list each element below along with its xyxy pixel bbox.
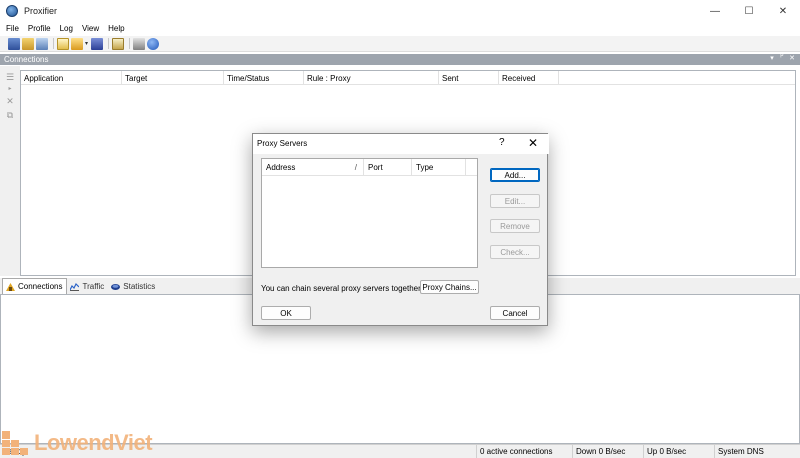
- menu-file[interactable]: File: [6, 24, 19, 33]
- open-profile-icon[interactable]: [71, 37, 83, 50]
- proxy-servers-dialog: Proxy Servers ? ✕ Address / Port Type Ad…: [252, 133, 549, 326]
- title-bar: Proxifier — ☐ ✕: [0, 0, 800, 22]
- proxifier-app-icon: [6, 5, 18, 17]
- list-view-icon[interactable]: ☰: [5, 72, 15, 82]
- panel-close-icon[interactable]: ✕: [787, 54, 797, 65]
- tab-connections-label: Connections: [18, 282, 63, 291]
- tab-traffic[interactable]: Traffic: [67, 279, 108, 294]
- dialog-help-button[interactable]: ?: [499, 137, 505, 148]
- status-active-connections: 0 active connections: [476, 444, 572, 458]
- tab-traffic-label: Traffic: [82, 282, 105, 291]
- lowendviet-watermark: LowendViet: [2, 430, 153, 456]
- menu-view[interactable]: View: [82, 24, 99, 33]
- save-profile-icon[interactable]: [91, 37, 104, 50]
- connection-details-icon[interactable]: ⧉: [5, 110, 15, 120]
- lowendviet-logo-icon: [2, 431, 28, 455]
- sort-indicator-icon: /: [354, 163, 357, 172]
- menu-help[interactable]: Help: [108, 24, 124, 33]
- status-upload-rate: Up 0 B/sec: [643, 444, 714, 458]
- ok-button[interactable]: OK: [261, 306, 311, 320]
- column-header-port[interactable]: Port: [364, 159, 412, 176]
- watermark-text: LowendViet: [34, 430, 153, 455]
- panel-pin-icon[interactable]: ᴾ: [777, 54, 787, 65]
- proxy-server-list[interactable]: Address / Port Type: [261, 158, 478, 268]
- copy-icon[interactable]: [112, 37, 125, 50]
- print-icon[interactable]: [133, 37, 146, 50]
- open-profile-dropdown-icon[interactable]: ▾: [85, 40, 88, 47]
- status-download-rate: Down 0 B/sec: [572, 444, 643, 458]
- main-toolbar: ▾: [0, 36, 800, 52]
- toolbar-separator: [129, 38, 131, 49]
- column-header-time-status[interactable]: Time/Status: [224, 71, 304, 85]
- tab-statistics-label: Statistics: [123, 282, 156, 291]
- expand-arrow-icon[interactable]: ▸: [5, 84, 15, 94]
- column-header-rule-proxy[interactable]: Rule : Proxy: [304, 71, 439, 85]
- panel-menu-icon[interactable]: ▾: [767, 54, 777, 65]
- window-controls: — ☐ ✕: [698, 0, 800, 22]
- tab-connections[interactable]: Connections: [2, 278, 68, 294]
- traffic-icon: [70, 282, 80, 291]
- check-proxy-button[interactable]: Check...: [490, 245, 540, 259]
- minimize-button[interactable]: —: [698, 0, 732, 22]
- help-icon[interactable]: [147, 37, 160, 50]
- dialog-title-bar: Proxy Servers ? ✕: [253, 134, 549, 154]
- menu-profile[interactable]: Profile: [28, 24, 51, 33]
- proxification-rules-icon[interactable]: [22, 37, 34, 50]
- panel-header-buttons: ▾ ᴾ ✕: [767, 54, 797, 65]
- new-profile-icon[interactable]: [57, 37, 69, 50]
- dialog-title: Proxy Servers: [257, 139, 308, 148]
- menu-bar: File Profile Log View Help: [0, 22, 800, 35]
- statistics-icon: [111, 283, 121, 290]
- chain-note-label: You can chain several proxy servers toge…: [261, 284, 424, 293]
- proxy-list-header: Address / Port Type: [262, 159, 477, 176]
- connections-panel-header: Connections ▾ ᴾ ✕: [0, 54, 800, 65]
- close-window-button[interactable]: ✕: [766, 0, 800, 22]
- edit-proxy-button[interactable]: Edit...: [490, 194, 540, 208]
- column-header-address-label: Address: [266, 163, 296, 172]
- toolbar-separator: [108, 38, 110, 49]
- connections-side-toolbar: ☰ ▸ ✕ ⧉: [0, 66, 20, 276]
- connections-table-header: Application Target Time/Status Rule : Pr…: [21, 71, 795, 85]
- close-connection-icon[interactable]: ✕: [5, 96, 15, 106]
- column-header-address[interactable]: Address /: [262, 159, 364, 176]
- connections-panel-title: Connections: [4, 55, 49, 64]
- column-header-target[interactable]: Target: [122, 71, 224, 85]
- column-header-sent[interactable]: Sent: [439, 71, 499, 85]
- name-resolution-icon[interactable]: [36, 37, 48, 50]
- dialog-close-button[interactable]: ✕: [528, 136, 538, 150]
- window-title: Proxifier: [24, 6, 58, 16]
- column-header-received[interactable]: Received: [499, 71, 559, 85]
- menu-log[interactable]: Log: [60, 24, 73, 33]
- cancel-button[interactable]: Cancel: [490, 306, 540, 320]
- proxy-chains-button[interactable]: Proxy Chains...: [420, 280, 479, 294]
- tab-statistics[interactable]: Statistics: [108, 279, 159, 294]
- proxy-servers-icon[interactable]: [8, 37, 20, 50]
- toolbar-separator: [53, 38, 54, 49]
- connections-icon: [6, 282, 15, 291]
- remove-proxy-button[interactable]: Remove: [490, 219, 540, 233]
- column-header-type[interactable]: Type: [412, 159, 466, 176]
- status-dns-mode: System DNS: [714, 444, 800, 458]
- column-header-application[interactable]: Application: [21, 71, 122, 85]
- add-proxy-button[interactable]: Add...: [490, 168, 540, 182]
- maximize-button[interactable]: ☐: [732, 0, 766, 22]
